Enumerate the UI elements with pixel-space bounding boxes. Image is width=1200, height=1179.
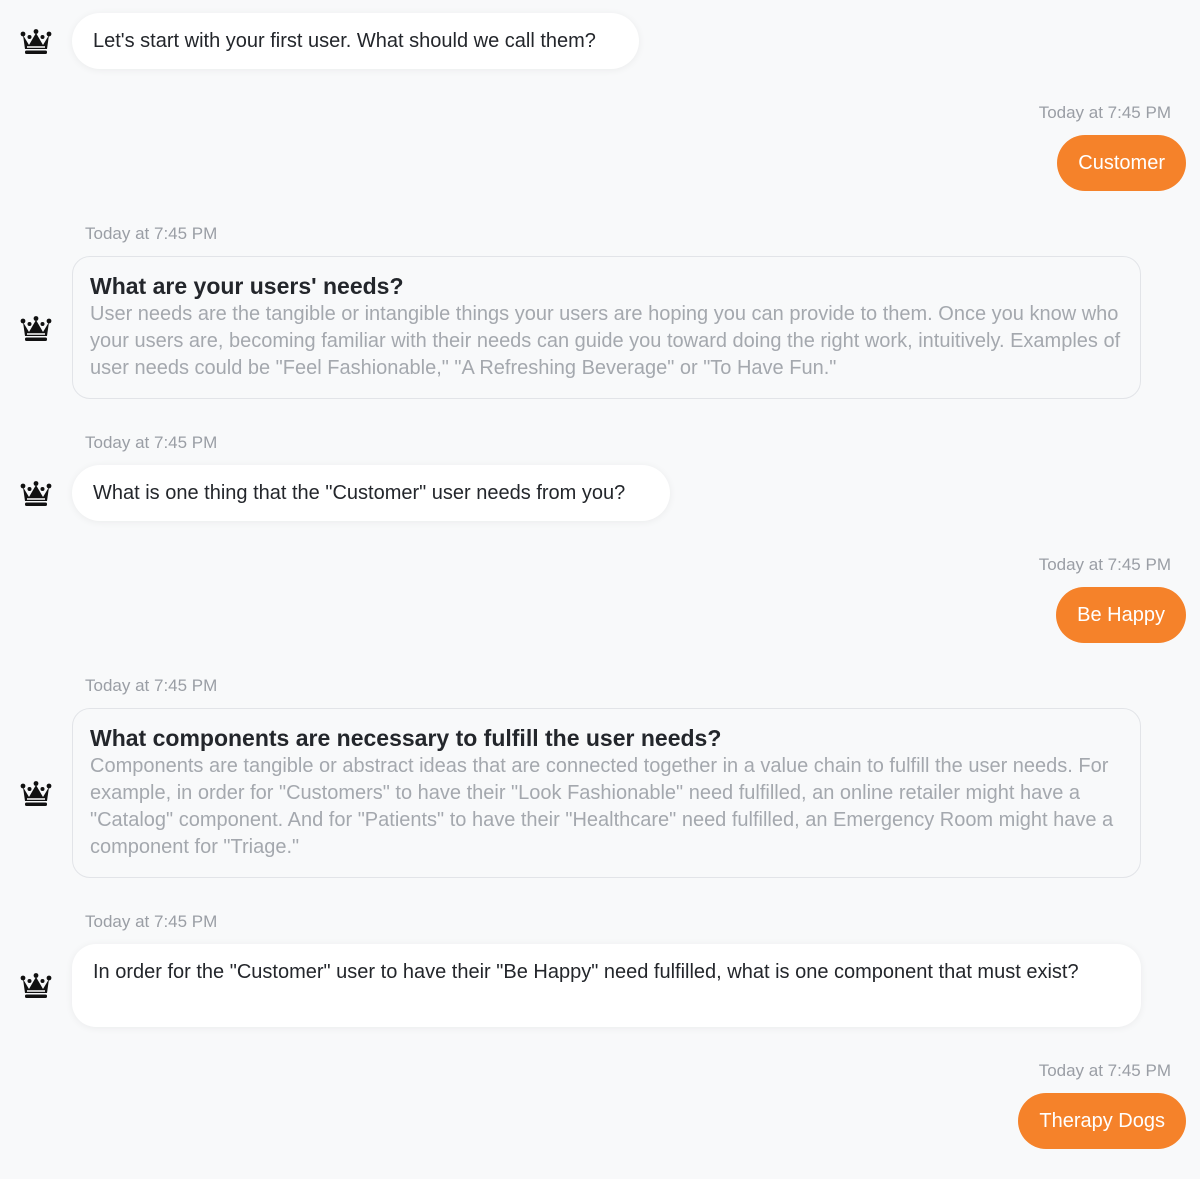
message-timestamp: Today at 7:45 PM (85, 224, 218, 243)
user-message: Customer (1057, 135, 1186, 191)
bot-message-text: Let's start with your first user. What s… (93, 30, 596, 52)
card-title: What are your users' needs? (90, 273, 404, 299)
message-timestamp: Today at 7:45 PM (85, 433, 218, 452)
user-message: Therapy Dogs (1018, 1093, 1186, 1149)
info-card: What are your users' needs? User needs a… (72, 256, 1141, 399)
bot-message: In order for the "Customer" user to have… (72, 944, 1141, 1027)
message-timestamp: Today at 7:45 PM (1038, 555, 1171, 574)
crown-icon (19, 311, 53, 345)
message-timestamp: Today at 7:45 PM (85, 912, 218, 931)
bot-message-text: In order for the "Customer" user to have… (93, 961, 1079, 983)
bot-message-text: What is one thing that the "Customer" us… (93, 482, 626, 504)
crown-icon (19, 476, 53, 510)
bot-message: What is one thing that the "Customer" us… (72, 465, 670, 521)
info-card: What components are necessary to fulfill… (72, 708, 1141, 878)
user-message: Be Happy (1056, 587, 1186, 643)
card-title: What components are necessary to fulfill… (90, 725, 722, 751)
crown-icon (19, 968, 53, 1002)
bot-message: Let's start with your first user. What s… (72, 13, 639, 69)
message-timestamp: Today at 7:45 PM (85, 676, 218, 695)
card-body: User needs are the tangible or intangibl… (90, 303, 1121, 379)
crown-icon (19, 24, 53, 58)
message-timestamp: Today at 7:45 PM (1038, 103, 1171, 122)
card-body: Components are tangible or abstract idea… (90, 755, 1114, 858)
crown-icon (19, 776, 53, 810)
message-timestamp: Today at 7:45 PM (1038, 1061, 1171, 1080)
